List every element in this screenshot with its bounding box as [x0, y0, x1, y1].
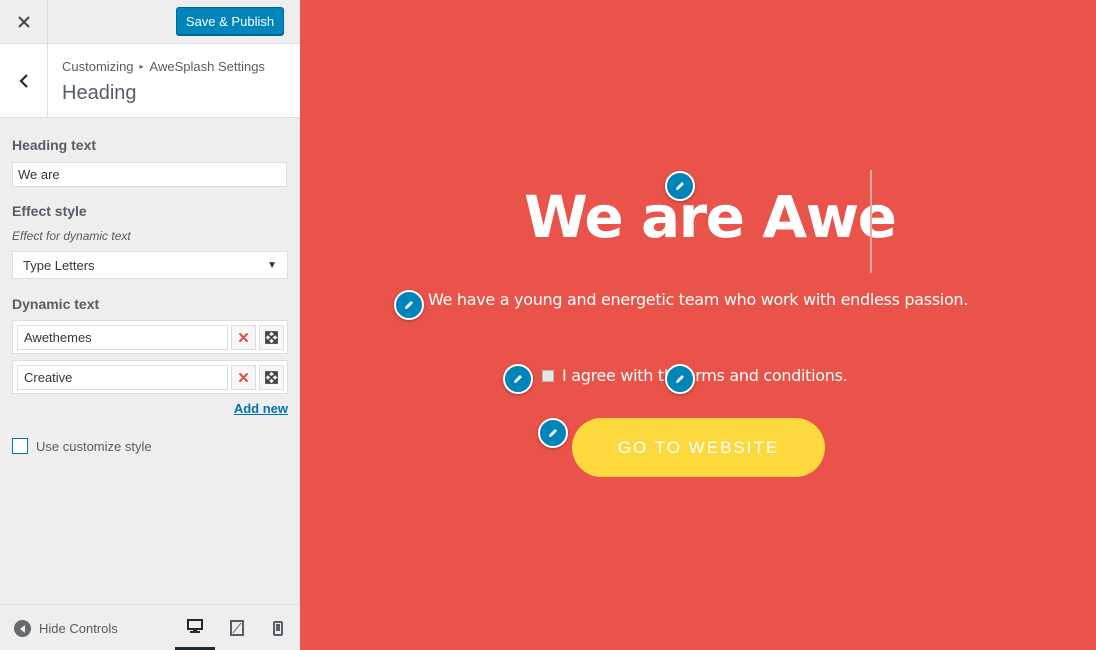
- use-customize-style-checkbox[interactable]: [12, 438, 28, 454]
- dynamic-text-label: Dynamic text: [12, 296, 100, 312]
- go-to-website-button[interactable]: GO TO WEBSITE: [572, 418, 825, 477]
- desktop-icon: [187, 618, 203, 633]
- device-tablet-button[interactable]: [217, 605, 257, 650]
- collapse-arrow-icon: [14, 620, 31, 637]
- chevron-left-icon: [18, 73, 28, 88]
- hide-controls-label: Hide Controls: [39, 621, 118, 636]
- dynamic-text-input[interactable]: Creative: [17, 365, 228, 390]
- pencil-icon: [676, 182, 684, 190]
- chevron-down-icon: ▼: [267, 259, 277, 271]
- pencil-icon: [405, 301, 413, 309]
- dynamic-text-input[interactable]: Awethemes: [17, 325, 228, 350]
- heading-text-label: Heading text: [12, 137, 97, 153]
- customizer-topbar: Save & Publish: [0, 0, 300, 44]
- pencil-icon: [514, 375, 522, 383]
- section-title: Heading: [62, 82, 137, 104]
- agree-checkbox[interactable]: [542, 369, 554, 382]
- remove-item-button[interactable]: ✕: [231, 325, 256, 350]
- device-mobile-button[interactable]: [258, 605, 298, 650]
- close-icon: [17, 16, 30, 28]
- effect-style-value: Type Letters: [23, 257, 95, 273]
- breadcrumb-current: AweSplash Settings: [149, 59, 265, 74]
- splash-heading: We are Awe: [524, 183, 897, 251]
- splash-subtitle: We have a young and energetic team who w…: [428, 290, 969, 309]
- effect-style-select[interactable]: Type Letters ▼: [12, 251, 288, 279]
- breadcrumb: Customizing ▸ AweSplash Settings: [62, 59, 265, 74]
- remove-icon: ✕: [237, 329, 250, 347]
- site-preview: We are Awe We have a young and energetic…: [300, 0, 1096, 650]
- move-icon: [265, 371, 278, 384]
- typing-cursor: [870, 170, 872, 273]
- move-icon: [265, 331, 278, 344]
- close-button[interactable]: [0, 0, 48, 44]
- tablet-icon: [230, 620, 244, 636]
- pencil-icon: [676, 375, 684, 383]
- agree-text: I agree with th erms and conditions.: [562, 366, 848, 385]
- heading-text-input[interactable]: We are: [12, 162, 287, 187]
- move-item-button[interactable]: [259, 365, 284, 390]
- edit-button-shortcut[interactable]: [538, 418, 568, 448]
- device-desktop-button[interactable]: [175, 605, 215, 650]
- edit-heading-shortcut[interactable]: [665, 171, 695, 201]
- add-new-link[interactable]: Add new: [234, 401, 288, 416]
- breadcrumb-separator-icon: ▸: [139, 62, 144, 71]
- hide-controls-button[interactable]: Hide Controls: [14, 620, 118, 637]
- remove-icon: ✕: [237, 369, 250, 387]
- pencil-icon: [549, 429, 557, 437]
- customizer-footer: Hide Controls: [0, 604, 300, 650]
- remove-item-button[interactable]: ✕: [231, 365, 256, 390]
- use-customize-style-label: Use customize style: [36, 438, 152, 454]
- edit-checkbox-shortcut[interactable]: [503, 364, 533, 394]
- use-customize-style-row: Use customize style: [12, 438, 152, 454]
- breadcrumb-root: Customizing: [62, 59, 134, 74]
- customizer-sidebar: Save & Publish Customizing ▸ AweSplash S…: [0, 0, 300, 650]
- edit-terms-shortcut[interactable]: [665, 364, 695, 394]
- dynamic-text-row: Creative ✕: [12, 360, 288, 394]
- edit-subtitle-shortcut[interactable]: [394, 290, 424, 320]
- effect-style-label: Effect style: [12, 203, 87, 219]
- dynamic-text-row: Awethemes ✕: [12, 320, 288, 354]
- section-header: Customizing ▸ AweSplash Settings Heading: [0, 44, 300, 118]
- back-button[interactable]: [0, 44, 48, 117]
- mobile-icon: [273, 620, 283, 636]
- move-item-button[interactable]: [259, 325, 284, 350]
- effect-style-description: Effect for dynamic text: [12, 229, 131, 243]
- save-publish-button[interactable]: Save & Publish: [176, 7, 284, 35]
